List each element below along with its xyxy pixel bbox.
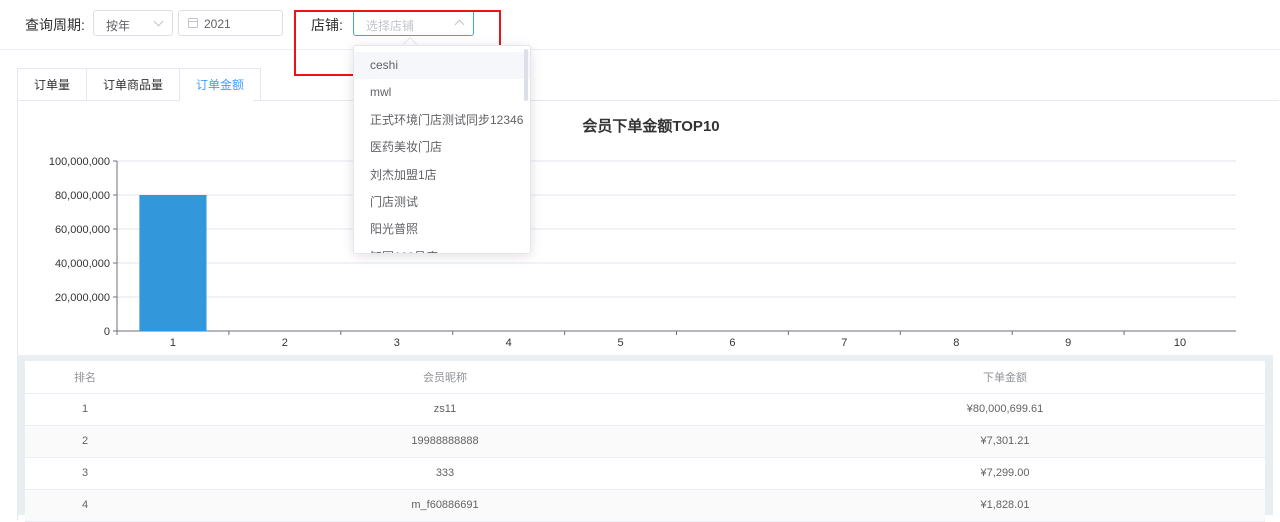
x-tick-label: 8	[953, 337, 959, 349]
table-row[interactable]: 4 m_f60886691 ¥1,828.01	[25, 489, 1265, 521]
store-option[interactable]: 正式环境门店测试同步12346	[354, 107, 530, 134]
y-tick-label: 0	[104, 326, 110, 338]
x-tick-label: 9	[1065, 337, 1071, 349]
tab-order-goods-count[interactable]: 订单商品量	[86, 68, 180, 101]
chevron-down-icon	[154, 17, 164, 27]
cell-amount: ¥7,301.21	[745, 425, 1265, 457]
store-option[interactable]: 门店测试	[354, 189, 530, 216]
cell-amount: ¥80,000,699.61	[745, 393, 1265, 425]
y-tick-label: 100,000,000	[49, 156, 110, 168]
year-value: 2021	[204, 17, 231, 31]
tab-order-count[interactable]: 订单量	[17, 68, 87, 101]
y-tick-label: 20,000,000	[55, 292, 110, 304]
y-tick-label: 60,000,000	[55, 224, 110, 236]
x-tick-label: 3	[394, 337, 400, 349]
x-tick-label: 6	[729, 337, 735, 349]
col-header-amount: 下单金额	[745, 361, 1265, 393]
y-tick-label: 80,000,000	[55, 190, 110, 202]
store-option[interactable]: mwl	[354, 79, 530, 106]
store-option[interactable]: 医药美妆门店	[354, 134, 530, 161]
dropdown-scrollbar[interactable]	[524, 49, 528, 101]
y-tick-label: 40,000,000	[55, 258, 110, 270]
chart-title: 会员下单金额TOP10	[0, 115, 1280, 136]
x-tick-label: 4	[506, 337, 512, 349]
cell-rank: 2	[25, 425, 145, 457]
calendar-icon	[188, 18, 198, 28]
table-row[interactable]: 2 19988888888 ¥7,301.21	[25, 425, 1265, 457]
filter-bar: 查询周期: 按年 2021 店铺: 选择店铺	[0, 0, 1280, 50]
store-option[interactable]: ceshi	[354, 52, 530, 79]
cell-nickname: 333	[145, 457, 745, 489]
store-dropdown: ceshi mwl 正式环境门店测试同步12346 医药美妆门店 刘杰加盟1店 …	[353, 45, 531, 254]
x-tick-label: 5	[617, 337, 623, 349]
bar-1[interactable]	[139, 195, 206, 331]
cell-amount: ¥1,828.01	[745, 489, 1265, 521]
table-row[interactable]: 1 zs11 ¥80,000,699.61	[25, 393, 1265, 425]
table-row[interactable]: 3 333 ¥7,299.00	[25, 457, 1265, 489]
bar-chart: 0 20,000,000 40,000,000 60,000,000 80,000,00…	[0, 140, 1280, 355]
ranking-table-panel: 排名 会员昵称 下单金额 1 zs11 ¥80,000,699.61 2 199…	[17, 355, 1273, 515]
period-type-select[interactable]: 按年	[93, 10, 173, 36]
cell-nickname: m_f60886691	[145, 489, 745, 521]
cell-rank: 4	[25, 489, 145, 521]
store-option[interactable]: 知圆666号店	[354, 244, 530, 254]
col-header-rank: 排名	[25, 361, 145, 393]
store-option[interactable]: 刘杰加盟1店	[354, 162, 530, 189]
period-type-value: 按年	[106, 17, 130, 34]
cell-nickname: zs11	[145, 393, 745, 425]
x-tick-label: 2	[282, 337, 288, 349]
table-header-row: 排名 会员昵称 下单金额	[25, 361, 1265, 393]
tab-order-amount[interactable]: 订单金额	[179, 68, 261, 101]
cell-amount: ¥7,299.00	[745, 457, 1265, 489]
x-tick-label: 1	[170, 337, 176, 349]
col-header-nickname: 会员昵称	[145, 361, 745, 393]
cell-rank: 1	[25, 393, 145, 425]
x-tick-label: 7	[841, 337, 847, 349]
period-label: 查询周期:	[25, 15, 85, 35]
tab-bar: 订单量 订单商品量 订单金额	[17, 68, 260, 101]
cell-nickname: 19988888888	[145, 425, 745, 457]
x-tick-label: 10	[1174, 337, 1186, 349]
year-picker[interactable]: 2021	[178, 10, 283, 36]
cell-rank: 3	[25, 457, 145, 489]
ranking-table: 排名 会员昵称 下单金额 1 zs11 ¥80,000,699.61 2 199…	[25, 361, 1265, 522]
store-option[interactable]: 阳光普照	[354, 216, 530, 243]
